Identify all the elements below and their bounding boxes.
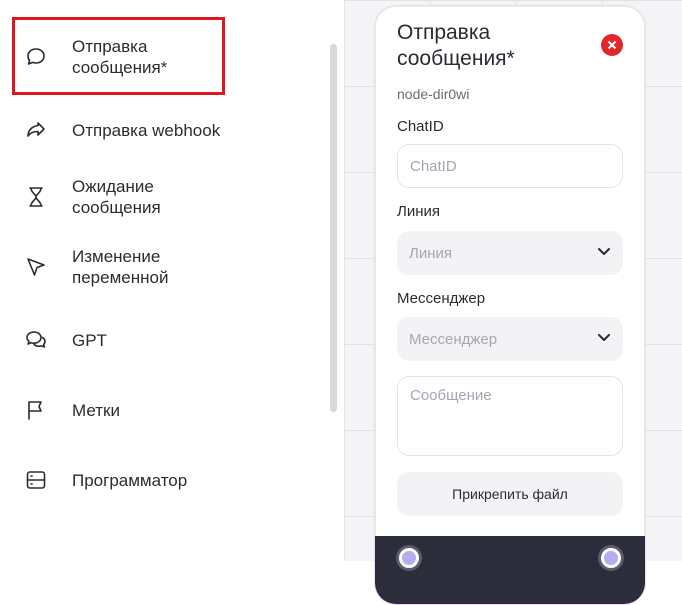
chevron-down-icon <box>597 330 611 349</box>
server-icon <box>22 466 50 494</box>
chatid-input[interactable] <box>397 144 623 188</box>
palette-item-label: Программатор <box>72 470 188 490</box>
message-textarea[interactable] <box>397 376 623 456</box>
node-delete-button[interactable] <box>601 34 623 56</box>
palette-item-gpt[interactable]: GPT <box>22 326 107 354</box>
chevron-down-icon <box>597 244 611 263</box>
node-palette-sidebar: Отправка сообщения* Отправка webhook Ожи… <box>0 0 344 561</box>
chat-bubble-icon <box>22 43 50 71</box>
messenger-label: Мессенджер <box>397 290 486 307</box>
node-id: node-dir0wi <box>397 86 470 102</box>
messenger-select[interactable]: Мессенджер <box>397 317 623 361</box>
hourglass-icon <box>22 183 50 211</box>
line-select-placeholder: Линия <box>409 244 453 262</box>
input-port[interactable] <box>399 548 419 568</box>
sidebar-scrollbar[interactable] <box>330 44 337 412</box>
send-message-node[interactable]: Отправка сообщения* node-dir0wi ChatID Л… <box>374 5 646 605</box>
close-icon <box>607 40 617 50</box>
chat-bubbles-icon <box>22 326 50 354</box>
line-select[interactable]: Линия <box>397 231 623 275</box>
palette-item-label: Изменение переменной <box>72 247 169 287</box>
palette-item-tags[interactable]: Метки <box>22 396 120 424</box>
palette-item-programmer[interactable]: Программатор <box>22 466 187 494</box>
share-arrow-icon <box>22 116 50 144</box>
flag-icon <box>22 396 50 424</box>
node-footer <box>375 536 645 604</box>
messenger-select-placeholder: Мессенджер <box>409 330 498 348</box>
attach-file-button[interactable]: Прикрепить файл <box>397 472 623 516</box>
palette-item-label: Отправка сообщения* <box>72 37 168 77</box>
palette-item-label: Метки <box>72 400 120 420</box>
palette-item-change-variable[interactable]: Изменение переменной <box>22 246 168 288</box>
palette-item-label: Ожидание сообщения <box>72 177 161 217</box>
output-port[interactable] <box>601 548 621 568</box>
line-label: Линия <box>397 203 441 220</box>
palette-item-send-message[interactable]: Отправка сообщения* <box>22 36 167 78</box>
palette-item-label: Отправка webhook <box>72 120 221 140</box>
chatid-label: ChatID <box>397 118 444 135</box>
cursor-arrow-icon <box>22 253 50 281</box>
palette-item-send-webhook[interactable]: Отправка webhook <box>22 116 220 144</box>
palette-item-label: GPT <box>72 330 107 350</box>
palette-item-wait-message[interactable]: Ожидание сообщения <box>22 176 161 218</box>
node-title: Отправка сообщения* <box>397 21 515 70</box>
